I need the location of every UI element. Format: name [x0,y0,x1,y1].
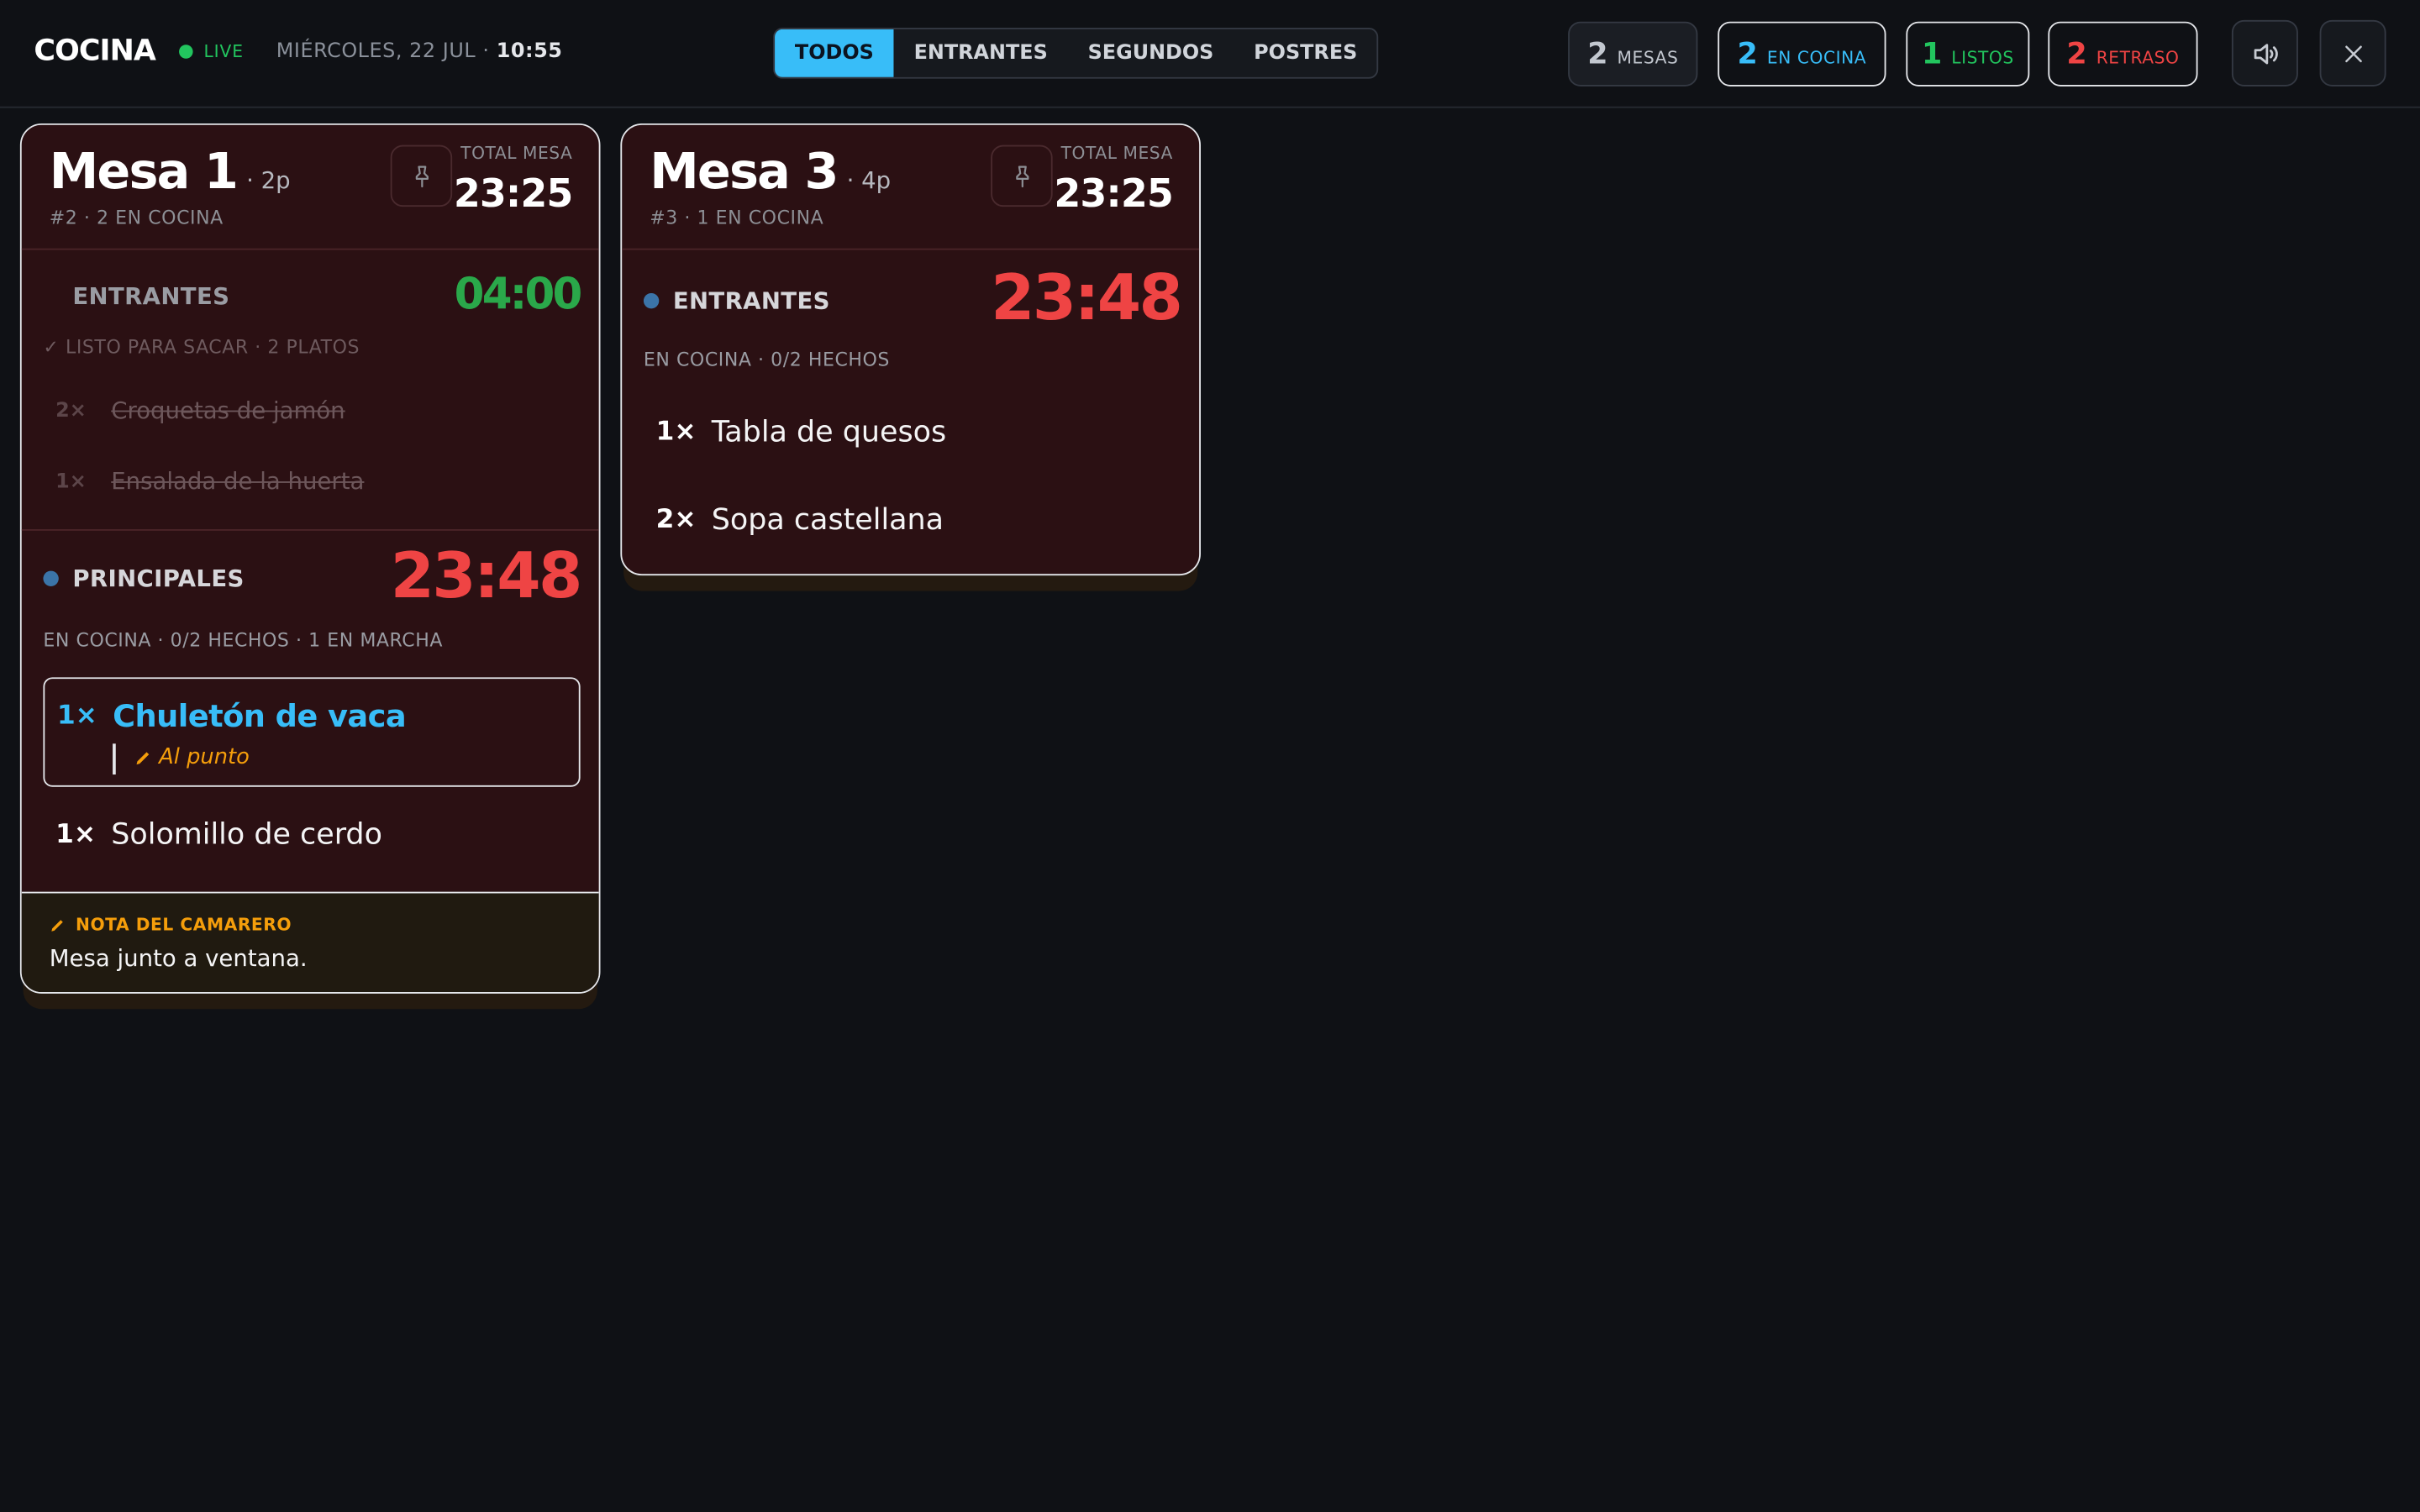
section-header-entrantes[interactable]: ENTRANTES 23:48 [643,260,1183,335]
section-header-principales[interactable]: PRINCIPALES 23:48 [43,538,582,612]
item-qty: 1× [56,700,97,732]
section-name: ENTRANTES [672,286,830,315]
total-time: 23:25 [453,171,573,217]
date-label: MIÉRCOLES, 22 JUL · [276,39,490,64]
section-timer: 23:48 [390,538,583,613]
item-name: Croquetas de jamón [111,396,345,425]
tab-segundos[interactable]: SEGUNDOS [1068,29,1234,77]
section-name: PRINCIPALES [72,564,245,593]
close-icon [2344,45,2361,62]
card-header: Mesa 3 · 4p #3 · 1 EN COCINA TOTAL MESA … [622,125,1200,250]
mesa-title: Mesa 1 · 2p [50,142,291,201]
order-item[interactable]: 1× Ensalada de la huerta [55,459,364,505]
item-name: Tabla de quesos [711,415,947,449]
stat-mesas-label: MESAS [1617,47,1679,68]
order-item-active[interactable]: 1× Chuletón de vaca Al punto [43,677,581,787]
section-name: ENTRANTES [72,282,230,311]
tab-entrantes[interactable]: ENTRANTES [894,29,1068,77]
order-item[interactable]: 1× Solomillo de cerdo [55,811,382,858]
waiter-note: NOTA DEL CAMARERO Mesa junto a ventana. [21,891,599,993]
stat-retraso-count: 2 [2066,37,2087,71]
stat-retraso-badge[interactable]: 2 RETRASO [2048,21,2198,87]
order-item[interactable]: 2× Sopa castellana [656,496,944,543]
order-card-mesa-1[interactable]: Mesa 1 · 2p #2 · 2 EN COCINA TOTAL MESA … [19,123,601,994]
mesa-name: Mesa 3 [650,141,839,201]
section-timer: 23:48 [991,260,1183,335]
top-bar: COCINA LIVE MIÉRCOLES, 22 JUL · 10:55 TO… [0,0,2420,108]
item-qty: 1× [655,416,697,448]
pencil-icon [136,752,150,765]
section-header-entrantes[interactable]: ENTRANTES 04:00 [43,268,583,330]
section-timer: 04:00 [454,268,583,320]
modifier-text: Al punto [159,745,250,770]
status-dot-icon [643,292,660,309]
date-time: MIÉRCOLES, 22 JUL · 10:55 [276,40,563,64]
order-item[interactable]: 2× Croquetas de jamón [55,387,345,433]
pin-button[interactable] [390,144,453,207]
total-label: TOTAL MESA [1060,143,1173,164]
stat-mesas-badge[interactable]: 2 MESAS [1568,21,1698,87]
mesa-name: Mesa 1 [49,141,239,201]
sound-button[interactable] [2231,19,2298,87]
stat-cocina-badge[interactable]: 2 EN COCINA [1718,21,1886,87]
section-divider [21,529,599,531]
item-name: Solomillo de cerdo [111,817,382,852]
item-qty: 2× [655,504,697,536]
item-qty: 1× [55,470,87,493]
tab-postres[interactable]: POSTRES [1234,29,1377,77]
stat-mesas-count: 2 [1587,37,1608,71]
order-item[interactable]: 1× Tabla de quesos [656,409,947,455]
item-name: Chuletón de vaca [113,697,407,735]
item-modifier: Al punto [134,745,250,770]
modifier-bar [113,743,116,775]
item-name: Ensalada de la huerta [111,467,365,496]
total-time: 23:25 [1054,171,1173,217]
pin-icon [414,165,429,187]
order-card-mesa-3[interactable]: Mesa 3 · 4p #3 · 1 EN COCINA TOTAL MESA … [620,123,1201,576]
mesa-subtitle: #3 · 1 EN COCINA [650,207,824,228]
stat-listos-badge[interactable]: 1 LISTOS [1906,21,2030,87]
tab-todos[interactable]: TODOS [775,29,894,77]
mesa-pax: · 2p [246,166,291,195]
close-button[interactable] [2319,19,2386,87]
course-filter-tabs: TODOS ENTRANTES SEGUNDOS POSTRES [773,28,1380,79]
note-label-text: NOTA DEL CAMARERO [76,915,292,936]
live-dot-icon [179,45,193,59]
card-header: Mesa 1 · 2p #2 · 2 EN COCINA TOTAL MESA … [21,125,599,250]
section-status: EN COCINA · 0/2 HECHOS [643,349,890,370]
pencil-icon [51,920,63,932]
live-label: LIVE [203,41,244,62]
stat-listos-label: LISTOS [1951,47,2014,68]
mesa-title: Mesa 3 · 4p [650,142,891,201]
brand-title: COCINA [34,34,156,68]
section-status: ✓ LISTO PARA SACAR · 2 PLATOS [43,336,360,359]
status-dot-icon [43,570,59,586]
speaker-icon [2253,43,2277,64]
total-label: TOTAL MESA [460,143,573,164]
mesa-pax: · 4p [846,166,892,195]
pin-button[interactable] [991,144,1053,207]
clock-time: 10:55 [496,39,563,64]
stat-cocina-label: EN COCINA [1766,47,1867,68]
stat-cocina-count: 2 [1737,37,1758,71]
item-qty: 1× [55,819,97,851]
pin-icon [1015,165,1028,187]
item-name: Sopa castellana [711,502,944,538]
mesa-subtitle: #2 · 2 EN COCINA [49,207,224,228]
stat-listos-count: 1 [1921,37,1943,71]
live-indicator: LIVE [179,41,244,62]
item-qty: 2× [55,398,87,423]
note-text: Mesa junto a ventana. [49,944,308,973]
note-label: NOTA DEL CAMARERO [50,915,292,935]
stat-retraso-label: RETRASO [2096,47,2180,68]
section-status: EN COCINA · 0/2 HECHOS · 1 EN MARCHA [43,629,443,652]
